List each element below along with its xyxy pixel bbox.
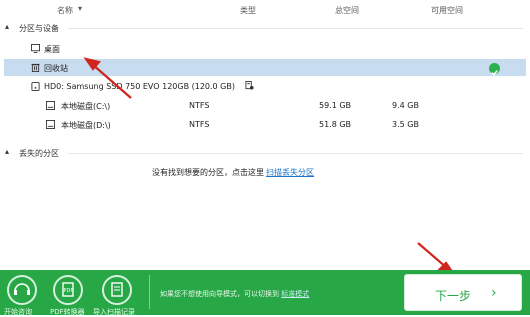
standard-mode-link[interactable]: 标准模式 xyxy=(281,290,309,298)
annotation-arrows xyxy=(83,57,456,275)
svg-text:PDF: PDF xyxy=(64,288,74,294)
import-scan-label: 导入扫描记录 xyxy=(93,308,135,316)
consult-button[interactable] xyxy=(7,275,37,305)
document-icon xyxy=(111,282,123,297)
chevron-right-icon: › xyxy=(491,285,497,301)
next-button[interactable]: 下一步 › xyxy=(404,274,522,311)
headset-icon xyxy=(14,283,30,295)
footer-divider xyxy=(149,275,150,309)
pdf-converter-button[interactable]: PDF xyxy=(53,275,83,305)
consult-label: 开始咨询 xyxy=(4,308,32,316)
mode-hint: 如果您不想使用向导模式，可以切换到 标准模式 xyxy=(160,289,309,299)
mode-hint-text: 如果您不想使用向导模式，可以切换到 xyxy=(160,290,279,298)
pdf-icon: PDF xyxy=(62,282,74,297)
pdf-converter-label: PDF转换器 xyxy=(50,308,85,316)
next-button-label: 下一步 xyxy=(435,289,472,303)
footer-bar: 开始咨询 PDF PDF转换器 导入扫描记录 如果您不想使用向导模式，可以切换到… xyxy=(0,270,530,316)
import-scan-button[interactable] xyxy=(102,275,132,305)
arrow-line xyxy=(91,63,132,99)
